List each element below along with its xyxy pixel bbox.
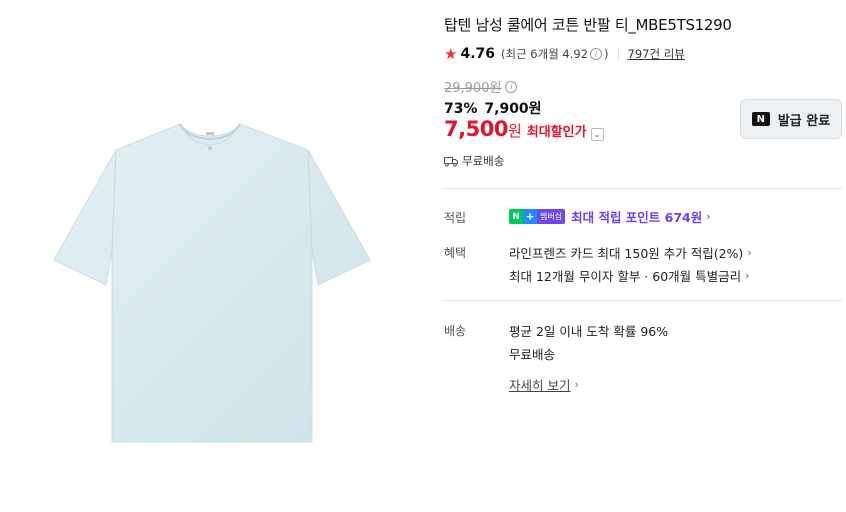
chevron-right-icon: › <box>745 269 750 282</box>
max-discount-unit: 원 <box>507 122 522 140</box>
delivery-detail-link[interactable]: 자세히 보기 › <box>509 375 579 394</box>
chevron-right-icon: › <box>747 246 752 259</box>
naver-plus-membership-badge: N + 멤버십 <box>509 209 566 224</box>
delivery-free-text: 무료배송 <box>509 347 556 362</box>
tshirt-illustration <box>53 123 371 443</box>
max-points-text: 최대 적립 포인트 674원 <box>571 210 703 225</box>
naver-n-icon: N <box>751 112 770 126</box>
benefit-card-text: 라인프렌즈 카드 최대 150원 추가 적립(2%) <box>509 246 744 261</box>
naver-n-badge-icon: N <box>509 209 523 224</box>
divider <box>617 48 619 60</box>
original-price: 29,900원 <box>444 81 502 96</box>
recent-rating: (최근 6개월 4.92 i ) <box>501 46 609 62</box>
shipping-summary-text: 무료배송 <box>462 154 505 168</box>
chevron-down-icon[interactable]: ⌄ <box>590 128 604 141</box>
star-icon: ★ <box>444 44 458 63</box>
coupon-label: 발급 완료 <box>777 113 831 129</box>
shipping-summary: 무료배송 <box>444 153 504 169</box>
delivery-label: 배송 <box>444 324 467 338</box>
benefit-installment-text: 최대 12개월 무이자 할부 · 60개월 특별금리 <box>509 269 742 284</box>
chevron-right-icon: › <box>574 378 579 391</box>
membership-badge-text: 멤버십 <box>537 209 566 224</box>
review-count-link[interactable]: 797건 리뷰 <box>628 46 685 62</box>
price-info-icon[interactable]: i <box>505 80 518 93</box>
recent-rating-text: (최근 6개월 4.92 <box>501 47 589 61</box>
benefit-card-row[interactable]: 라인프렌즈 카드 최대 150원 추가 적립(2%) › <box>509 243 752 262</box>
product-title: 탑텐 남성 쿨에어 코튼 반팔 티_MBE5TS1290 <box>444 16 732 34</box>
delivery-probability: 평균 2일 이내 도착 확률 96% <box>509 321 668 340</box>
delivery-free: 무료배송 <box>509 344 555 363</box>
chevron-right-icon: › <box>706 210 711 223</box>
discount-percent: 73% <box>444 101 478 117</box>
rating-score: 4.76 <box>460 46 495 62</box>
detail-link-text: 자세히 보기 <box>509 378 571 393</box>
original-price-row: 29,900원 i <box>444 77 519 96</box>
product-image[interactable] <box>40 110 380 450</box>
max-discount-label: 최대할인가 <box>526 125 587 140</box>
points-label: 적립 <box>444 211 467 225</box>
benefit-installment-row[interactable]: 최대 12개월 무이자 할부 · 60개월 특별금리 › <box>509 266 750 285</box>
points-row[interactable]: N + 멤버십 최대 적립 포인트 674원 › <box>509 207 711 226</box>
benefits-label: 혜택 <box>444 246 467 260</box>
plus-icon: + <box>523 209 537 224</box>
sale-price-row: 73% 7,900원 <box>444 98 542 118</box>
info-icon[interactable]: i <box>590 48 603 60</box>
section-divider <box>444 188 842 189</box>
max-discount-row[interactable]: 7,500 원 최대할인가 ⌄ <box>444 117 604 141</box>
coupon-issued-button[interactable]: N 발급 완료 <box>740 99 842 139</box>
truck-icon <box>444 156 458 167</box>
recent-rating-close: ) <box>604 47 609 61</box>
section-divider <box>444 300 842 301</box>
sale-price: 7,900원 <box>484 101 542 117</box>
delivery-probability-text: 평균 2일 이내 도착 확률 96% <box>509 324 669 339</box>
rating-row: ★ 4.76 (최근 6개월 4.92 i ) 797건 리뷰 <box>444 46 685 62</box>
max-discount-price: 7,500 <box>444 117 508 141</box>
